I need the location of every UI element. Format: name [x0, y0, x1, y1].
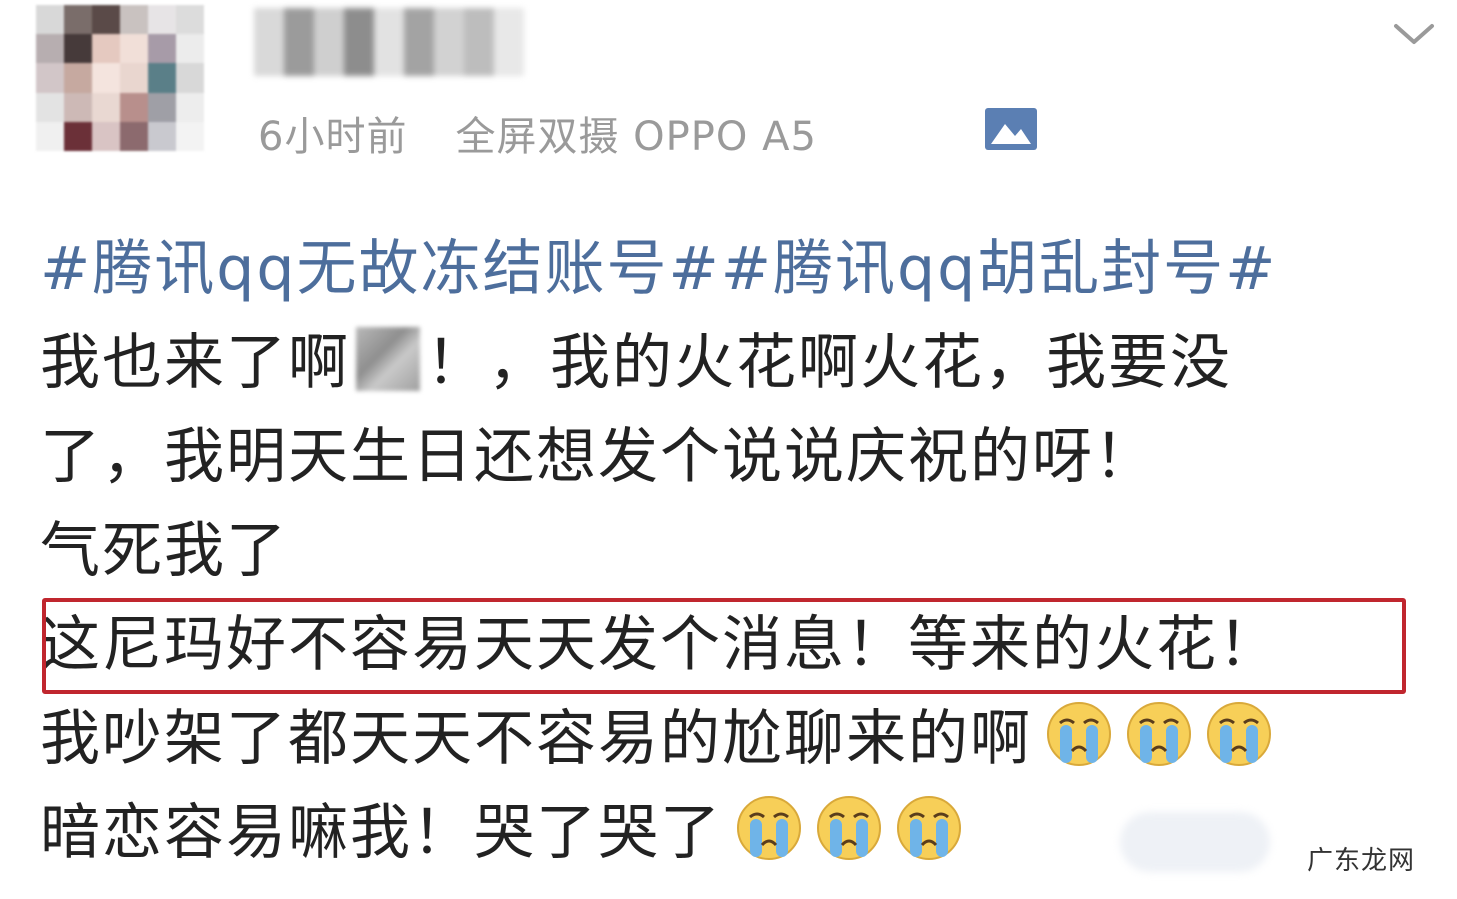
highlight-box	[42, 598, 1406, 694]
content-line: 了，我明天生日还想发个说说庆祝的呀！	[40, 422, 1156, 492]
content-line: 我也来了啊 ！，我的火花啊火花，我要没	[40, 316, 1440, 410]
post-content: #腾讯qq无故冻结账号##腾讯qq胡乱封号# 我也来了啊 ！，我的火花啊火花，我要…	[40, 222, 1440, 880]
post-time: 6小时前	[258, 114, 408, 160]
text-segment: 我也来了啊	[40, 328, 350, 398]
content-line: 我吵架了都天天不容易的尬聊来的啊	[40, 692, 1440, 786]
image-icon	[985, 108, 1037, 154]
chevron-down-icon[interactable]	[1392, 20, 1436, 52]
post-meta: 6小时前 全屏双摄 OPPO A5	[258, 104, 817, 162]
hashtag-link[interactable]: #腾讯qq胡乱封号#	[721, 234, 1278, 304]
crying-face-emoji	[1127, 702, 1191, 766]
avatar[interactable]	[36, 5, 204, 151]
watermark: 广东龙网	[1298, 838, 1423, 879]
crying-face-emoji	[737, 796, 801, 860]
content-line: 气死我了	[40, 516, 288, 586]
text-segment: 我吵架了都天天不容易的尬聊来的啊	[40, 704, 1032, 774]
crying-face-emoji	[1047, 702, 1111, 766]
username-blurred[interactable]	[254, 8, 524, 76]
crying-face-emoji	[1207, 702, 1271, 766]
blurred-element	[1120, 812, 1270, 872]
text-segment: ！，我的火花啊火花，我要没	[426, 328, 1232, 398]
post-device: 全屏双摄 OPPO A5	[455, 114, 817, 160]
mosaic-emoji	[356, 327, 420, 391]
hashtag-line: #腾讯qq无故冻结账号##腾讯qq胡乱封号#	[40, 222, 1440, 316]
crying-face-emoji	[897, 796, 961, 860]
hashtag-link[interactable]: #腾讯qq无故冻结账号#	[40, 234, 721, 304]
crying-face-emoji	[817, 796, 881, 860]
text-segment: 暗恋容易嘛我！哭了哭了	[40, 798, 722, 868]
